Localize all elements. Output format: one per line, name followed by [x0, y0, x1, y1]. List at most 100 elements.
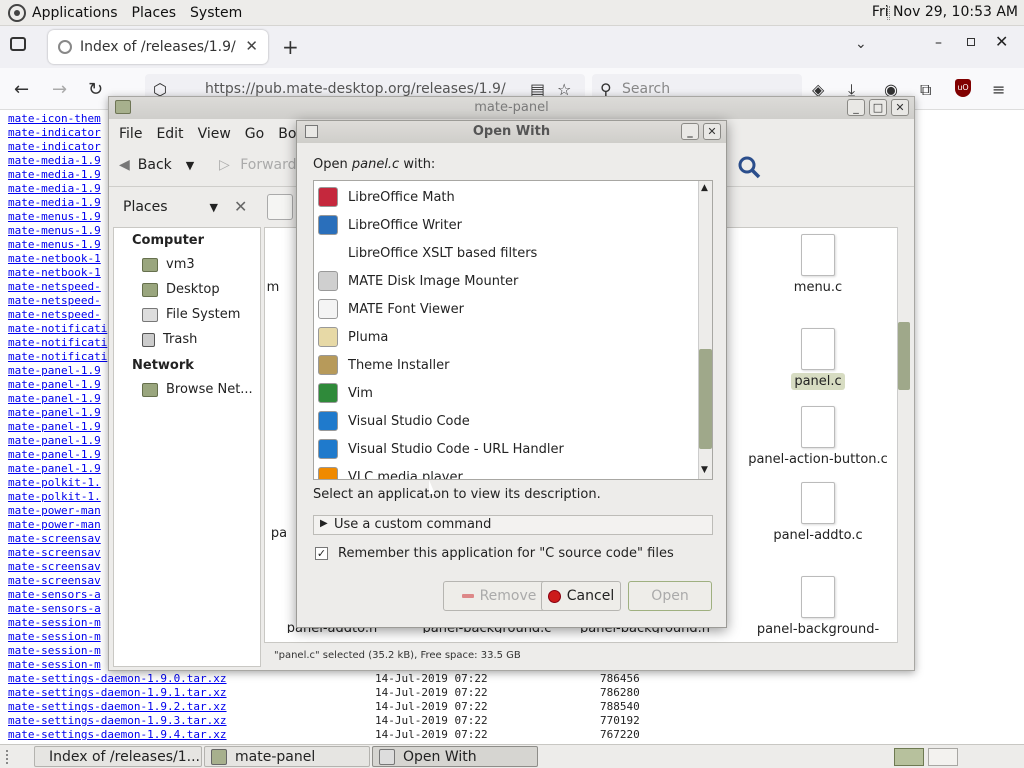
sidebar-item-browse-network[interactable]: Browse Net... — [142, 382, 253, 397]
places-menu[interactable]: Places — [132, 5, 177, 21]
app-list-item[interactable]: Visual Studio Code - URL Handler — [318, 435, 564, 463]
sidebar-item-vm3[interactable]: vm3 — [142, 257, 195, 272]
menu-view[interactable]: View — [198, 126, 231, 142]
maximize-button[interactable]: □ — [869, 99, 887, 116]
close-button[interactable]: ✕ — [891, 99, 909, 116]
system-menu[interactable]: System — [190, 5, 242, 21]
app-list-item[interactable]: Visual Studio Code — [318, 407, 470, 435]
scroll-up-icon[interactable]: ▲ — [701, 183, 708, 193]
remember-checkbox[interactable]: ✓ Remember this application for "C sourc… — [315, 546, 674, 561]
taskbar-item-open-with[interactable]: Open With — [372, 746, 538, 767]
listing-date: 14-Jul-2019 07:22 — [375, 672, 488, 685]
vim-icon — [318, 383, 338, 403]
close-button[interactable]: ✕ — [703, 123, 721, 140]
taskbar-item-firefox[interactable]: Index of /releases/1.... — [34, 746, 202, 767]
app-name: MATE Disk Image Mounter — [348, 273, 519, 289]
search-icon[interactable] — [737, 155, 761, 179]
app-list-item[interactable]: VLC media player — [318, 463, 463, 479]
file-label-panel-action-button[interactable]: panel-action-button.c — [743, 452, 893, 467]
remove-button[interactable]: Remove — [443, 581, 555, 611]
file-icon[interactable] — [801, 406, 835, 448]
listing-link[interactable]: mate-settings-daemon-1.9.4.tar.xz — [8, 728, 375, 742]
file-label-menu-c[interactable]: menu.c — [743, 280, 893, 295]
ublock-icon[interactable]: uO — [955, 79, 971, 97]
app-list-item[interactable]: MATE Font Viewer — [318, 295, 464, 323]
minimize-button[interactable]: _ — [681, 123, 699, 140]
hamburger-menu-icon[interactable]: ≡ — [992, 80, 1005, 99]
scroll-down-icon[interactable]: ▼ — [701, 465, 708, 475]
file-label-panel-addto[interactable]: panel-addto.c — [743, 528, 893, 543]
app-list-item[interactable]: LibreOffice Writer — [318, 211, 462, 239]
custom-command-expander[interactable]: ▶ Use a custom command — [313, 515, 713, 535]
back-arrow-icon: ◀ — [119, 157, 130, 173]
file-label-panel-c[interactable]: panel.c — [743, 373, 893, 390]
listing-size: 786280 — [600, 686, 640, 699]
close-tab-icon[interactable]: ✕ — [245, 37, 258, 55]
checkmark-icon[interactable]: ✓ — [315, 547, 328, 560]
cancel-label: Cancel — [566, 588, 615, 604]
reload-icon[interactable]: ↻ — [88, 79, 103, 100]
cancel-button[interactable]: Cancel — [541, 581, 621, 611]
application-list[interactable]: LibreOffice Math LibreOffice Writer LibreO… — [313, 180, 713, 480]
file-icon[interactable] — [801, 328, 835, 370]
url-text: https://pub.mate-desktop.org/releases/1.… — [205, 81, 506, 97]
scrollbar[interactable] — [897, 227, 911, 643]
new-tab-icon[interactable]: + — [282, 35, 299, 59]
chevron-down-icon[interactable]: ⌄ — [855, 36, 867, 52]
listing-link[interactable]: mate-settings-daemon-1.9.2.tar.xz — [8, 700, 375, 714]
app-list-item[interactable]: Pluma — [318, 323, 388, 351]
sidebar-item-trash[interactable]: Trash — [142, 332, 197, 347]
close-sidebar-icon[interactable]: ✕ — [234, 197, 247, 216]
sidebar-item-desktop[interactable]: Desktop — [142, 282, 220, 297]
file-icon[interactable] — [801, 576, 835, 618]
file-label-panel-background[interactable]: panel-background- — [743, 622, 893, 637]
theme-installer-icon — [318, 355, 338, 375]
app-list-item[interactable]: Theme Installer — [318, 351, 449, 379]
edit-path-button[interactable] — [267, 194, 293, 220]
open-button[interactable]: Open — [628, 581, 712, 611]
forward-arrow-icon[interactable]: → — [52, 79, 67, 100]
dialog-titlebar[interactable]: Open With _ ✕ — [297, 121, 726, 143]
listing-link[interactable]: mate-settings-daemon-1.9.0.tar.xz — [8, 672, 375, 686]
chevron-down-icon[interactable]: ▼ — [186, 159, 194, 172]
folder-icon — [115, 100, 131, 114]
menu-edit[interactable]: Edit — [156, 126, 183, 142]
applications-menu[interactable]: Applications — [32, 5, 118, 21]
listing-link[interactable]: mate-settings-daemon-1.9.3.tar.xz — [8, 714, 375, 728]
forward-button[interactable]: ▷ Forward — [219, 157, 297, 173]
scrollbar-thumb[interactable] — [699, 349, 712, 449]
maximize-icon[interactable] — [967, 38, 975, 46]
browser-tab[interactable]: Index of /releases/1.9/ ✕ — [48, 30, 268, 64]
app-list-item[interactable]: LibreOffice XSLT based filters — [318, 239, 537, 267]
taskbar-item-mate-panel[interactable]: mate-panel — [204, 746, 370, 767]
taskbar-label: Open With — [403, 748, 477, 765]
scrollbar-thumb[interactable] — [898, 322, 910, 390]
menu-go[interactable]: Go — [245, 126, 264, 142]
workspace-2[interactable] — [928, 748, 958, 766]
cancel-icon — [547, 589, 561, 603]
font-viewer-icon — [318, 299, 338, 319]
app-list-item[interactable]: MATE Disk Image Mounter — [318, 267, 518, 295]
app-list-item[interactable]: Vim — [318, 379, 373, 407]
file-icon[interactable] — [801, 482, 835, 524]
app-list-item[interactable]: LibreOffice Math — [318, 183, 455, 211]
sidebar-heading-computer: Computer — [132, 233, 205, 248]
drive-icon — [142, 307, 158, 322]
clock[interactable]: Fri Nov 29, 10:53 AM — [872, 4, 1018, 20]
minimize-button[interactable]: _ — [847, 99, 865, 116]
workspace-1[interactable] — [894, 748, 924, 766]
file-icon[interactable] — [801, 234, 835, 276]
listing-date: 14-Jul-2019 07:22 — [375, 700, 488, 713]
mate-logo-icon[interactable] — [8, 3, 26, 22]
app-name: Theme Installer — [348, 357, 450, 373]
listing-link[interactable]: mate-settings-daemon-1.9.1.tar.xz — [8, 686, 375, 700]
extensions-icon[interactable]: ⧉ — [920, 80, 931, 100]
back-arrow-icon[interactable]: ← — [14, 79, 29, 100]
close-icon[interactable]: ✕ — [995, 32, 1008, 51]
sidebar-item-file-system[interactable]: File System — [142, 307, 240, 322]
file-manager-titlebar[interactable]: mate-panel _ □ ✕ — [109, 97, 914, 119]
back-button[interactable]: ◀ Back ▼ — [119, 157, 194, 173]
minimize-icon[interactable]: – — [935, 35, 942, 51]
list-tabs-icon[interactable] — [10, 37, 26, 51]
menu-file[interactable]: File — [119, 126, 142, 142]
